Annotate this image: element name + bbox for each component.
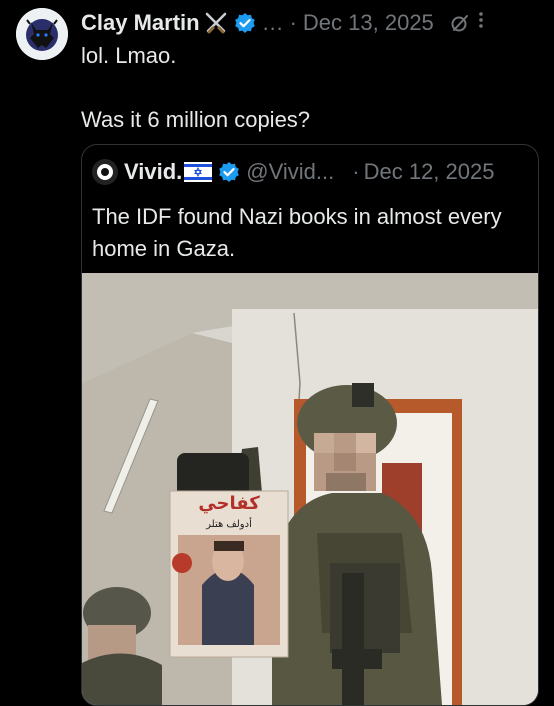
photo-scene: كفاحي أدولف هتلر [82,273,538,705]
author-avatar[interactable] [16,8,68,60]
post-line-1: lol. Lmao. [81,43,177,68]
verified-badge-icon[interactable] [234,12,256,34]
quoted-handle[interactable]: @Vivid... [246,159,334,185]
quoted-date[interactable]: Dec 12, 2025 [364,159,495,185]
grok-icon[interactable] [450,13,470,33]
post-line-2: Was it 6 million copies? [81,107,311,132]
crossed-swords-icon [204,11,228,35]
tweet[interactable]: Clay Martin … · Dec 13, 2025 lol. Lmao. … [0,0,554,706]
wolf-logo-icon [16,8,68,60]
post-text: lol. Lmao. Was it 6 million copies? [81,40,310,136]
book-title: كفاحي [198,493,260,514]
author-name[interactable]: Clay Martin [81,10,200,36]
quoted-avatar[interactable] [92,159,118,185]
quoted-tweet[interactable]: Vivid. @Vivid... · Dec 12, 2025 The IDF … [81,144,539,706]
quoted-text: The IDF found Nazi books in almost every… [92,204,502,261]
book-author: أدولف هتلر [205,517,252,530]
name-truncation: … [261,10,284,35]
quoted-photo[interactable]: كفاحي أدولف هتلر [82,273,538,705]
separator-dot: · [289,10,297,35]
quoted-separator-dot: · [352,159,360,184]
vivid-avatar-icon [92,159,118,185]
quoted-verified-badge-icon[interactable] [218,161,240,183]
quoted-name[interactable]: Vivid. [124,159,182,185]
tweet-header: Clay Martin … · Dec 13, 2025 [81,8,484,38]
more-icon[interactable] [478,10,484,36]
israel-flag-icon [184,162,213,182]
quoted-header: Vivid. @Vivid... · Dec 12, 2025 [92,159,494,185]
post-date[interactable]: Dec 13, 2025 [303,10,434,36]
